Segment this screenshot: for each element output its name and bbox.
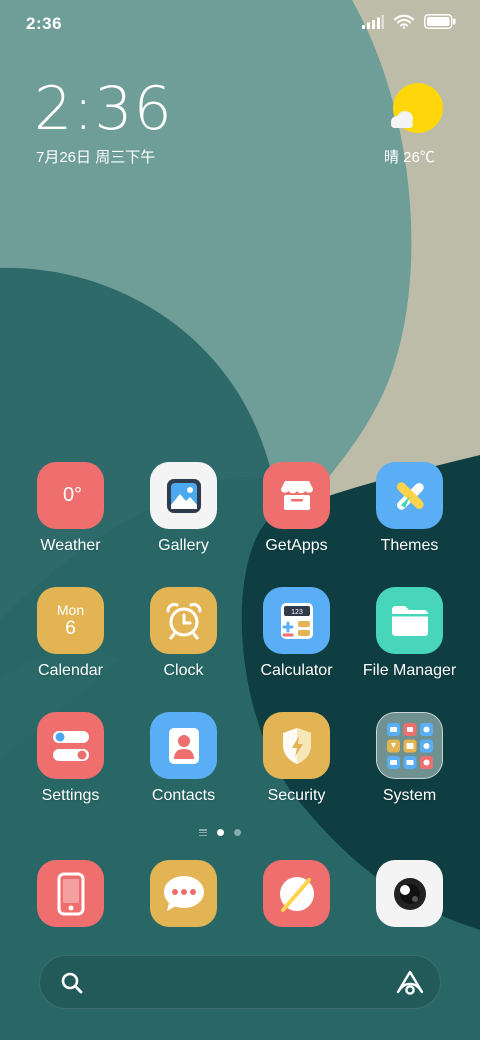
settings-toggle-icon [37,712,104,779]
app-label: GetApps [265,537,328,554]
app-label: Themes [380,537,439,554]
app-label: Calendar [38,662,103,679]
app-gallery[interactable]: Gallery [127,462,240,555]
app-label: Clock [163,662,204,679]
folder-icon [376,587,443,654]
calculator-icon: 123 [263,587,330,654]
app-settings[interactable]: Settings [14,712,127,805]
wifi-icon [394,14,414,29]
clock-widget-date: 7月26日 周三下午 [36,149,156,166]
camera-icon [393,877,426,910]
weather-widget-text: 晴 26℃ [384,149,435,166]
search-input[interactable] [96,966,380,1000]
signal-icon [362,14,384,29]
weather-icon: 0° [37,462,104,529]
minus-one-screen-indicator [199,829,207,836]
clock-widget-time[interactable]: 2:36 [34,74,173,144]
calendar-icon-date: 6 [65,617,76,639]
search-icon[interactable] [60,971,84,995]
app-label: File Manager [362,662,457,679]
app-themes[interactable]: Themes [353,462,466,555]
app-system-folder[interactable]: System [353,712,466,805]
app-label: Gallery [158,537,209,554]
app-label: Weather [40,537,101,554]
themes-icon [376,462,443,529]
app-file-manager[interactable]: File Manager [353,587,466,680]
page-dot [234,829,241,836]
browser-icon [279,876,314,912]
dock-camera[interactable] [376,860,443,927]
calendar-icon: Mon 6 [37,587,104,654]
app-label: System [382,787,437,804]
app-calculator[interactable]: 123 Calculator [240,587,353,680]
dock-phone[interactable] [37,860,104,927]
weather-widget[interactable] [380,82,450,143]
contact-icon [150,712,217,779]
battery-icon [424,14,456,29]
folder-grid-icon [376,712,443,779]
app-weather[interactable]: 0° Weather [14,462,127,555]
search-bar[interactable] [39,955,441,1009]
app-label: Security [267,787,326,804]
shield-icon [263,712,330,779]
sun-cloud-icon [391,83,443,133]
page-indicator[interactable] [199,829,241,836]
calendar-icon-day: Mon [56,601,85,618]
page-dot-active [217,829,224,836]
app-calendar[interactable]: Mon 6 Calendar [14,587,127,680]
app-security[interactable]: Security [240,712,353,805]
messages-icon [163,875,204,911]
dock-messages[interactable] [150,860,217,927]
dock-browser[interactable] [263,860,330,927]
phone-icon [57,872,84,915]
app-label: Settings [41,787,100,804]
weather-icon-temp: 0° [62,484,83,506]
app-contacts[interactable]: Contacts [127,712,240,805]
status-bar-icons [362,14,456,29]
assistant-icon[interactable] [396,970,424,996]
app-getapps[interactable]: GetApps [240,462,353,555]
status-bar-time: 2:36 [26,14,63,33]
gallery-icon [150,462,217,529]
app-label: Contacts [151,787,216,804]
calculator-icon-display: 123 [291,609,303,616]
app-label: Calculator [260,662,333,679]
store-icon [263,462,330,529]
app-clock[interactable]: Clock [127,587,240,680]
alarm-clock-icon [150,587,217,654]
